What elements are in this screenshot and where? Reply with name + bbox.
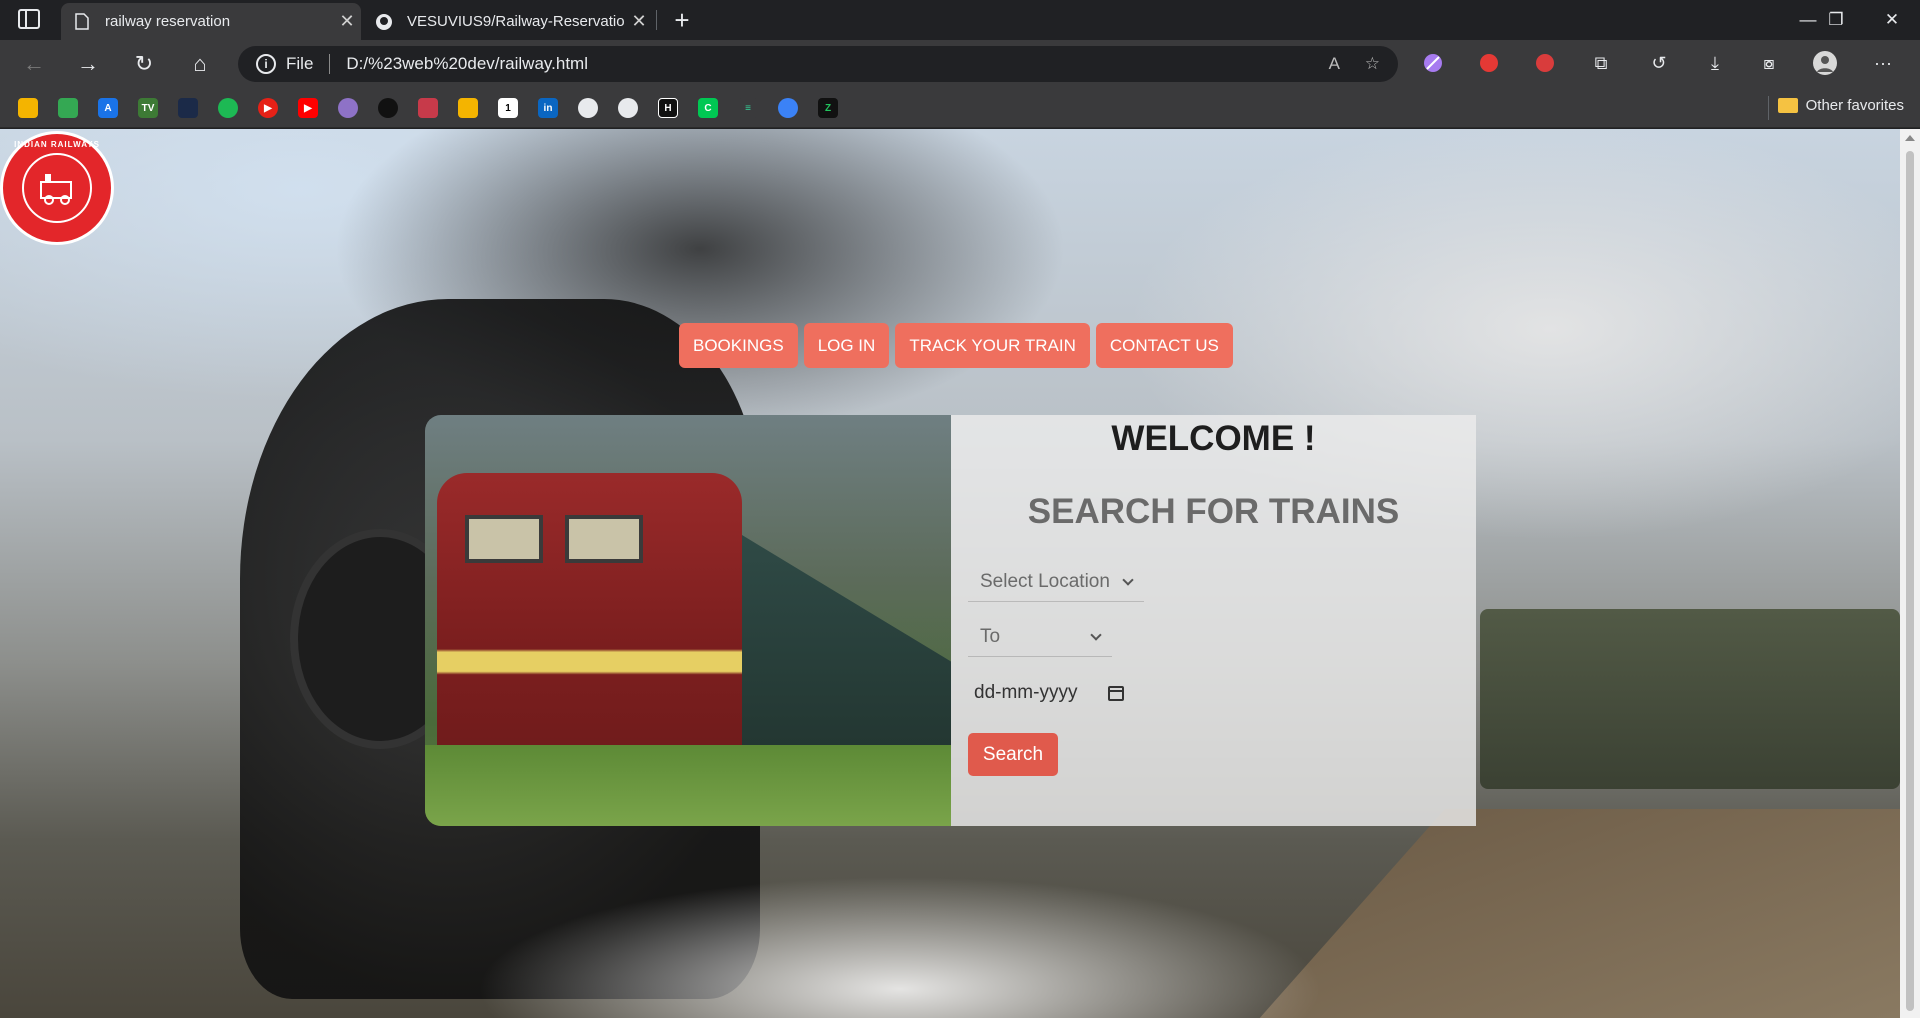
bookmark-youtube-icon[interactable]: ▶ bbox=[298, 98, 318, 118]
folder-icon bbox=[1777, 98, 1798, 113]
restore-button[interactable]: ❐ bbox=[1808, 0, 1864, 40]
bookmark-youtube-music-icon[interactable]: ▶ bbox=[258, 98, 278, 118]
bookmark-hackerrank-icon[interactable]: H bbox=[658, 98, 678, 118]
background-smoke bbox=[0, 849, 1900, 1018]
train-coaches bbox=[742, 535, 951, 765]
scroll-up-icon[interactable] bbox=[1905, 135, 1915, 141]
collections-icon[interactable]: ⧇ bbox=[1756, 50, 1782, 76]
background-coach bbox=[1480, 609, 1900, 789]
from-location-value: Select Location bbox=[980, 570, 1110, 592]
bookmarks-separator bbox=[1768, 96, 1769, 120]
chevron-down-icon bbox=[1122, 573, 1134, 586]
track-train-button[interactable]: TRACK YOUR TRAIN bbox=[895, 323, 1090, 368]
bookmarks-bar: A TV ▶ ▶ 1 in H C ≡ Z Other favorites bbox=[0, 88, 1920, 128]
bookmark-github-icon[interactable] bbox=[578, 98, 598, 118]
to-location-value: To bbox=[980, 625, 1001, 647]
bookmark-notion-icon[interactable]: 1 bbox=[498, 98, 518, 118]
chevron-down-icon bbox=[1090, 628, 1102, 641]
back-button[interactable]: ← bbox=[18, 48, 50, 80]
bookmark-linkedin-icon[interactable]: in bbox=[538, 98, 558, 118]
scheme-label: File bbox=[286, 54, 314, 73]
browser-toolbar: ← → ↻ ⌂ i File D:/%23web%20dev/railway.h… bbox=[0, 40, 1920, 88]
search-heading: SEARCH FOR TRAINS bbox=[1027, 492, 1400, 531]
logo-emblem-icon bbox=[22, 153, 92, 223]
page-scrollbar[interactable] bbox=[1900, 129, 1920, 1018]
contact-us-button[interactable]: CONTACT US bbox=[1095, 323, 1233, 368]
tab-github-repo[interactable]: VESUVIUS9/Railway-Reservation ✕ bbox=[363, 3, 653, 40]
tab-railway-reservation[interactable]: railway reservation ✕ bbox=[61, 3, 361, 40]
bookmark-globe-icon[interactable] bbox=[778, 98, 798, 118]
info-icon[interactable]: i bbox=[256, 54, 276, 74]
login-button[interactable]: LOG IN bbox=[803, 323, 890, 368]
other-favorites-folder[interactable]: Other favorites bbox=[1777, 97, 1904, 114]
bookings-button[interactable]: BOOKINGS bbox=[679, 323, 798, 368]
close-tab-icon[interactable]: ✕ bbox=[625, 11, 653, 32]
train-window bbox=[465, 515, 543, 563]
bookmark-z-icon[interactable]: Z bbox=[818, 98, 838, 118]
logo-ring-text: INDIAN RAILWAYS bbox=[14, 140, 100, 149]
tab-separator bbox=[656, 10, 657, 30]
bookmark-football-icon[interactable] bbox=[378, 98, 398, 118]
download-icon[interactable]: ⤓ bbox=[1702, 50, 1728, 76]
home-button[interactable]: ⌂ bbox=[184, 48, 216, 80]
train-photo bbox=[425, 415, 951, 826]
extensions-puzzle-icon[interactable]: ⧉ bbox=[1588, 50, 1614, 76]
bookmark-image-icon[interactable] bbox=[458, 98, 478, 118]
extension-hand-icon[interactable] bbox=[1476, 50, 1502, 76]
bookmark-github-2-icon[interactable] bbox=[618, 98, 638, 118]
bookmark-spotify-icon[interactable] bbox=[218, 98, 238, 118]
forward-button[interactable]: → bbox=[72, 48, 104, 80]
extension-block-icon[interactable] bbox=[1420, 50, 1446, 76]
bookmark-railways-icon[interactable] bbox=[418, 98, 438, 118]
reload-button[interactable]: ↻ bbox=[128, 48, 160, 80]
sidebar-toggle-icon[interactable] bbox=[18, 9, 40, 29]
date-input[interactable]: dd-mm-yyyy bbox=[968, 673, 1130, 713]
from-location-select[interactable]: Select Location bbox=[968, 562, 1144, 602]
url-text[interactable]: D:/%23web%20dev/railway.html bbox=[346, 54, 588, 74]
bookmark-translate-icon[interactable]: A bbox=[98, 98, 118, 118]
address-separator bbox=[329, 54, 331, 74]
close-tab-icon[interactable]: ✕ bbox=[333, 11, 361, 32]
history-icon[interactable]: ↺ bbox=[1646, 50, 1672, 76]
new-tab-button[interactable]: + bbox=[666, 4, 698, 36]
document-icon bbox=[73, 13, 91, 31]
bookmark-tv-icon[interactable]: TV bbox=[138, 98, 158, 118]
tab-strip: railway reservation ✕ VESUVIUS9/Railway-… bbox=[0, 0, 1920, 40]
date-placeholder: dd-mm-yyyy bbox=[974, 682, 1078, 703]
scroll-thumb[interactable] bbox=[1906, 151, 1914, 1011]
search-form: WELCOME ! SEARCH FOR TRAINS Select Locat… bbox=[951, 415, 1476, 826]
add-favorite-icon[interactable]: ☆ bbox=[1365, 54, 1380, 74]
tab-title: railway reservation bbox=[105, 13, 231, 30]
bookmark-avatar-icon[interactable] bbox=[338, 98, 358, 118]
search-button[interactable]: Search bbox=[968, 733, 1058, 776]
bookmark-anime-icon[interactable] bbox=[178, 98, 198, 118]
profile-avatar[interactable] bbox=[1812, 50, 1838, 76]
indian-railways-logo: INDIAN RAILWAYS bbox=[0, 131, 114, 245]
bookmark-meet-icon[interactable] bbox=[58, 98, 78, 118]
tab-title: VESUVIUS9/Railway-Reservation bbox=[407, 13, 625, 30]
bookmark-slides-icon[interactable] bbox=[18, 98, 38, 118]
bookmark-chegg-icon[interactable]: C bbox=[698, 98, 718, 118]
grass bbox=[425, 745, 951, 826]
page-viewport: INDIAN RAILWAYS BOOKINGS LOG IN TRACK YO… bbox=[0, 129, 1900, 1018]
to-location-select[interactable]: To bbox=[968, 617, 1112, 657]
bookmark-stripes-icon[interactable]: ≡ bbox=[738, 98, 758, 118]
adblock-icon[interactable] bbox=[1532, 50, 1558, 76]
address-bar[interactable]: i File D:/%23web%20dev/railway.html A ☆ bbox=[238, 46, 1398, 82]
main-nav: BOOKINGS LOG IN TRACK YOUR TRAIN CONTACT… bbox=[679, 323, 1233, 368]
github-icon bbox=[375, 13, 393, 31]
more-menu-icon[interactable]: ··· bbox=[1870, 50, 1896, 76]
close-window-button[interactable]: ✕ bbox=[1864, 0, 1920, 40]
other-favorites-label: Other favorites bbox=[1805, 97, 1904, 114]
welcome-heading: WELCOME ! bbox=[1111, 419, 1316, 458]
read-aloud-icon[interactable]: A bbox=[1329, 54, 1340, 74]
train-window bbox=[565, 515, 643, 563]
search-card: WELCOME ! SEARCH FOR TRAINS Select Locat… bbox=[425, 415, 1476, 826]
calendar-icon[interactable] bbox=[1108, 685, 1124, 701]
